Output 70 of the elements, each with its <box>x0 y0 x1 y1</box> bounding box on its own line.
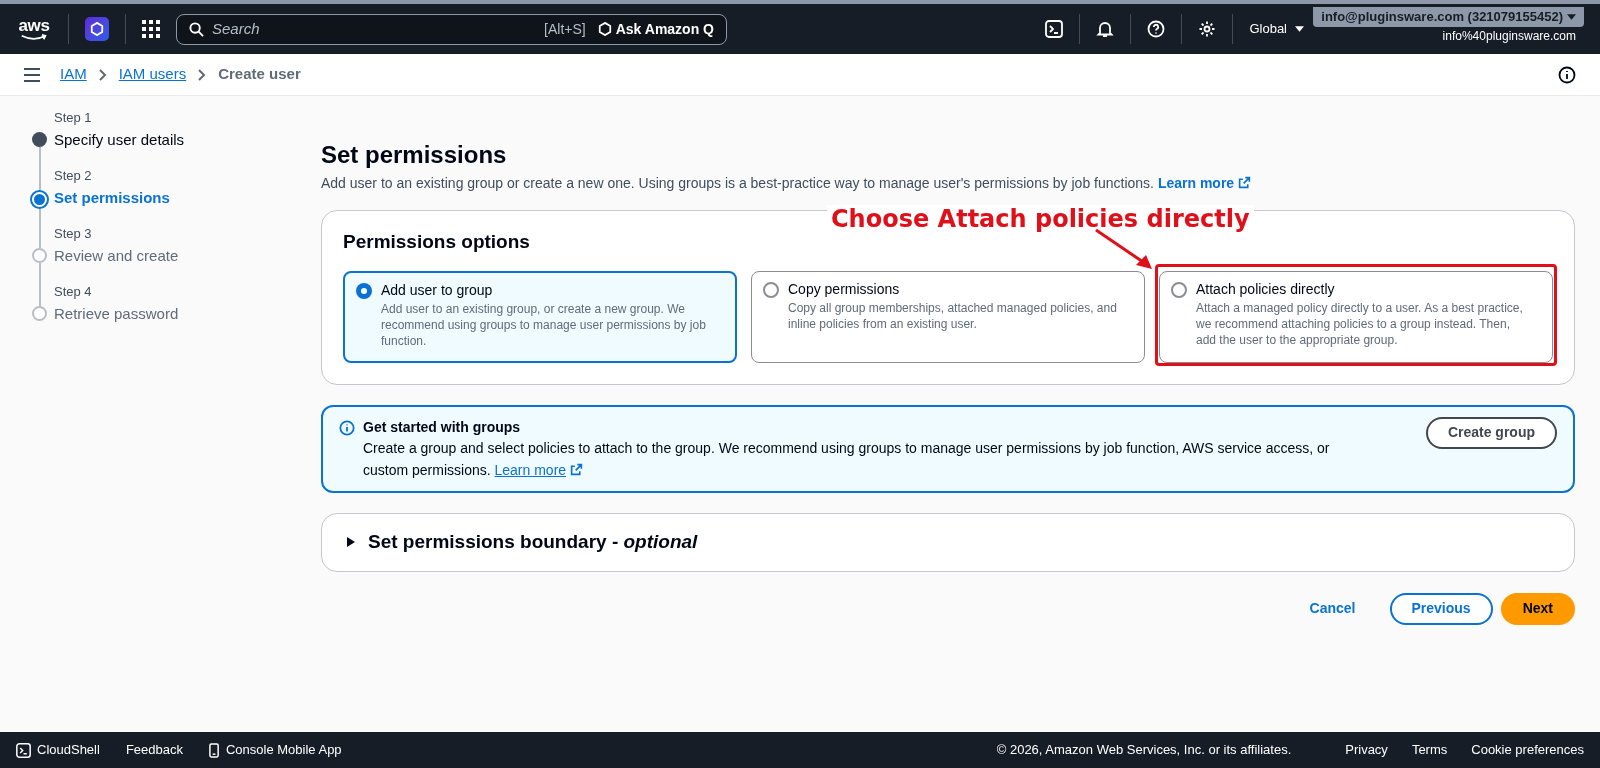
breadcrumb-current: Create user <box>218 64 301 85</box>
footer-link[interactable]: Cookie preferences <box>1471 740 1584 760</box>
breadcrumb-link[interactable]: IAM <box>60 63 87 86</box>
shortcut-hint: [Alt+S] <box>544 19 586 39</box>
step-caption: Step 4 <box>54 284 93 300</box>
copyright-text: © 2026, Amazon Web Services, Inc. or its affiliates. <box>996 741 1292 760</box>
step-label[interactable]: Set permissions <box>54 189 170 207</box>
apps-grid-icon[interactable] <box>142 20 160 38</box>
card-title: Permissions options <box>343 230 530 254</box>
cloudshell-icon[interactable] <box>1045 20 1064 38</box>
caret-down-icon <box>1295 26 1304 32</box>
region-selector[interactable]: Global <box>1249 19 1304 39</box>
feedback-link[interactable]: Feedback <box>125 740 183 760</box>
cancel-button[interactable]: Cancel <box>1289 592 1376 625</box>
app-logo-icon[interactable] <box>85 17 109 41</box>
phone-icon <box>208 742 220 758</box>
option-description: Add user to an existing group, or create a new group. We recommend using groups to manage user permissions by job function. <box>381 300 707 349</box>
caret-down-icon <box>1567 13 1576 20</box>
step-caption: Step 3 <box>54 226 93 242</box>
page-title: Set permissions <box>321 140 508 170</box>
footer-link[interactable]: Privacy <box>1345 740 1388 760</box>
help-icon[interactable] <box>1147 20 1166 38</box>
option-description: Copy all group memberships, attached managed policies, and inline policies from an existing user. <box>788 299 1118 332</box>
hexagon-icon <box>597 22 612 36</box>
mobile-app-link[interactable]: Console Mobile App <box>208 740 342 760</box>
user-name: info%40pluginsware.com <box>1442 27 1576 45</box>
section-title: Set permissions boundary - optional <box>368 529 698 554</box>
cloudshell-button[interactable]: CloudShell <box>16 740 100 760</box>
create-group-button[interactable]: Create group <box>1425 416 1557 449</box>
caret-right-icon <box>346 537 356 547</box>
search-icon <box>189 21 204 37</box>
step-caption: Step 1 <box>54 110 93 126</box>
option-label: Attach policies directly <box>1196 279 1336 298</box>
alert-body: Create a group and select policies to attach to the group. We recommend using groups to manage user permissions by job function, AWS service access, or custom permissions. Learn more <box>363 438 1331 480</box>
settings-icon[interactable] <box>1198 20 1217 38</box>
search-field[interactable]: Search [Alt+S] Ask Amazon Q <box>176 13 727 45</box>
info-icon[interactable] <box>1558 65 1576 84</box>
next-button[interactable]: Next <box>1500 592 1575 625</box>
external-link-icon <box>570 462 584 476</box>
ask-amazon-q-button[interactable]: Ask Amazon Q <box>597 18 714 40</box>
learn-more-link[interactable]: Learn more <box>494 461 584 478</box>
radio-button[interactable] <box>1171 281 1187 298</box>
page-description: Add user to an existing group or create a new one. Using groups is a best-practice way to manage user's permissions by job functions. Learn more <box>321 173 1575 194</box>
radio-button[interactable] <box>356 282 372 299</box>
permission-option[interactable]: Copy permissions Copy all group memberships, attached managed policies, and inline policies from an existing user. <box>751 270 1145 363</box>
step-label: Review and create <box>54 247 179 265</box>
annotation-label: Choose Attach policies directly <box>827 205 1254 233</box>
step-label: Retrieve password <box>54 305 179 323</box>
notifications-icon[interactable] <box>1096 20 1115 38</box>
learn-more-link[interactable]: Learn more <box>1157 175 1252 191</box>
aws-logo[interactable]: aws <box>16 17 52 41</box>
previous-button[interactable]: Previous <box>1389 592 1493 625</box>
option-label: Add user to group <box>381 280 494 299</box>
menu-icon[interactable] <box>24 67 40 82</box>
alert-title: Get started with groups <box>363 417 522 437</box>
footer-link[interactable]: Terms <box>1411 740 1448 760</box>
permission-option[interactable]: Add user to group Add user to an existing group, or create a new group. We recommend using groups to manage user permissions by job function. <box>343 270 737 363</box>
step-caption: Step 2 <box>54 168 93 184</box>
permissions-boundary-section[interactable]: Set permissions boundary - optional <box>321 512 1575 572</box>
chevron-right-icon <box>198 68 207 81</box>
breadcrumb-link[interactable]: IAM users <box>118 63 187 86</box>
option-description: Attach a managed policy directly to a user. As a best practice, we recommend attaching policies to a group instead. Then, add the user to the appropriate group. <box>1196 299 1524 348</box>
radio-button[interactable] <box>763 281 779 298</box>
step-label[interactable]: Specify user details <box>54 131 185 149</box>
option-label: Copy permissions <box>788 279 901 298</box>
chevron-right-icon <box>98 68 107 81</box>
account-menu[interactable]: info@pluginsware.com (321079155452) <box>1313 6 1584 27</box>
external-link-icon <box>1238 176 1252 189</box>
info-icon <box>339 419 355 436</box>
terminal-icon <box>16 742 31 758</box>
